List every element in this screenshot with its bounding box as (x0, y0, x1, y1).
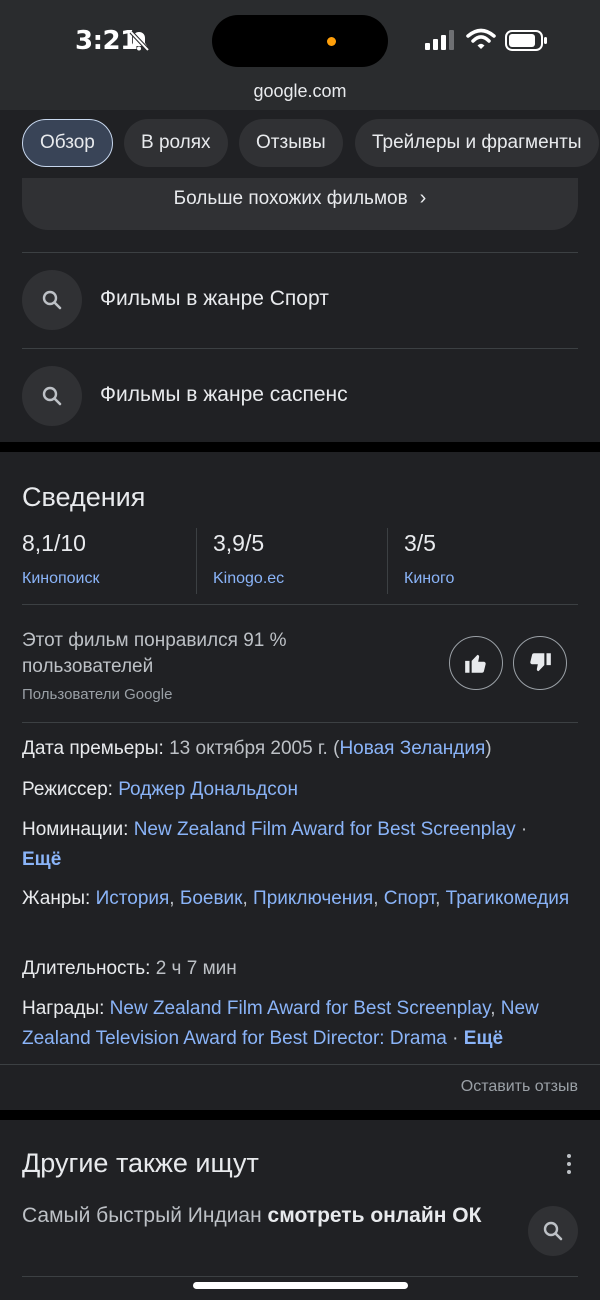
thumbs-down-button[interactable] (513, 636, 567, 690)
more-awards-link[interactable]: Ещё (464, 1028, 503, 1049)
rating-source-link[interactable]: Кинопоиск (22, 570, 100, 588)
related-search-label: Фильмы в жанре Спорт (100, 287, 329, 310)
separator: · (446, 1028, 464, 1049)
search-icon (543, 1221, 563, 1241)
fact-key: Номинации: (22, 819, 129, 840)
divider (22, 604, 578, 605)
fact-awards: Награды: New Zealand Film Award for Best… (22, 998, 539, 1049)
search-icon (22, 366, 82, 426)
camera-indicator-icon (327, 37, 336, 46)
divider (0, 1064, 600, 1065)
url-domain: google.com (253, 81, 347, 101)
related-search-suspense[interactable]: Фильмы в жанре саспенс (22, 366, 578, 426)
fact-duration: Длительность: 2 ч 7 мин (22, 954, 570, 984)
battery-icon (505, 30, 547, 51)
genre-link[interactable]: Боевик (180, 888, 243, 909)
wifi-icon (466, 28, 496, 49)
fact-value: 2 ч 7 мин (150, 958, 237, 979)
rating-value: 8,1/10 (22, 530, 86, 556)
related-card: Больше похожих фильмов › Фильмы в жанре С… (0, 178, 600, 442)
divider (22, 252, 578, 253)
other-search-text: Самый быстрый Индиан (22, 1204, 268, 1227)
more-similar-films-label: Больше похожих фильмов (173, 188, 408, 209)
leave-feedback-link[interactable]: Оставить отзыв (461, 1078, 578, 1096)
genre-link[interactable]: Трагикомедия (446, 888, 570, 909)
genre-link[interactable]: Спорт (384, 888, 435, 909)
tab-cast[interactable]: В ролях (124, 119, 228, 167)
rating-kinogo-ec[interactable]: 3,9/5 Kinogo.ec (213, 530, 393, 596)
divider (22, 1276, 578, 1277)
rating-value: 3/5 (404, 530, 436, 556)
chevron-right-icon: › (419, 187, 427, 209)
award-link[interactable]: New Zealand Film Award for Best Screenpl… (110, 998, 491, 1019)
cellular-signal-icon (425, 30, 454, 50)
more-options-icon[interactable] (560, 1152, 578, 1176)
genre-link[interactable]: История (96, 888, 170, 909)
fact-key: Режиссер: (22, 779, 113, 800)
genre-link[interactable]: Приключения (253, 888, 373, 909)
people-also-search-card: Другие также ищут Самый быстрый Индиан с… (0, 1120, 600, 1300)
rating-kinopoisk[interactable]: 8,1/10 Кинопоиск (22, 530, 202, 596)
fact-key: Длительность: (22, 958, 151, 979)
thumbs-up-icon (465, 654, 486, 673)
bell-slash-icon (129, 30, 150, 52)
fact-tail: ) (485, 738, 492, 759)
fact-genres: Жанры: История, Боевик, Приключения, Спо… (22, 888, 570, 909)
fact-nominations: Номинации: New Zealand Film Award for Be… (22, 815, 570, 875)
country-link[interactable]: Новая Зеландия (339, 738, 485, 759)
search-button[interactable] (528, 1206, 578, 1256)
section-title: Другие также ищут (22, 1148, 259, 1178)
dynamic-island (212, 15, 388, 67)
likes-source: Пользователи Google (22, 686, 173, 703)
divider (196, 528, 197, 594)
thumbs-down-icon (530, 653, 551, 672)
url-bar[interactable]: google.com (0, 76, 600, 110)
likes-text: Этот фильм понравился 91 % пользователей (22, 630, 287, 677)
tab-bar: Обзор В ролях Отзывы Трейлеры и фрагмент… (0, 110, 600, 178)
home-indicator[interactable] (193, 1282, 408, 1289)
tab-trailers[interactable]: Трейлеры и фрагменты (355, 119, 599, 167)
separator: · (515, 819, 528, 840)
related-search-sport[interactable]: Фильмы в жанре Спорт (22, 270, 578, 330)
rating-source-link[interactable]: Киного (404, 570, 454, 588)
divider (387, 528, 388, 594)
rating-kinogo[interactable]: 3/5 Киного (404, 530, 584, 596)
divider (22, 722, 578, 723)
section-title: Сведения (22, 482, 146, 512)
more-similar-films-button[interactable]: Больше похожих фильмов › (22, 178, 578, 230)
fact-release: Дата премьеры: 13 октября 2005 г. (Новая… (22, 734, 570, 764)
fact-value: 13 октября 2005 г. ( (163, 738, 340, 759)
tab-reviews[interactable]: Отзывы (239, 119, 343, 167)
divider (22, 348, 578, 349)
status-bar: 3:21 (0, 0, 600, 76)
fact-key: Награды: (22, 998, 105, 1019)
related-search-label: Фильмы в жанре саспенс (100, 383, 348, 406)
search-icon (22, 270, 82, 330)
rating-value: 3,9/5 (213, 530, 265, 556)
fact-director: Режиссер: Роджер Дональдсон (22, 775, 570, 805)
fact-key: Жанры: (22, 888, 91, 909)
fact-key: Дата премьеры: (22, 738, 164, 759)
other-search-item[interactable]: Самый быстрый Индиан смотреть онлайн ОК (22, 1202, 502, 1230)
tab-overview[interactable]: Обзор (22, 119, 113, 167)
director-link[interactable]: Роджер Дональдсон (118, 779, 298, 800)
info-card: Сведения 8,1/10 Кинопоиск 3,9/5 Kinogo.e… (0, 452, 600, 1110)
more-nominations-link[interactable]: Ещё (22, 849, 61, 870)
nomination-link[interactable]: New Zealand Film Award for Best Screenpl… (134, 819, 516, 840)
rating-source-link[interactable]: Kinogo.ec (213, 570, 284, 588)
thumbs-up-button[interactable] (449, 636, 503, 690)
other-search-bold-text: смотреть онлайн ОК (267, 1204, 482, 1227)
